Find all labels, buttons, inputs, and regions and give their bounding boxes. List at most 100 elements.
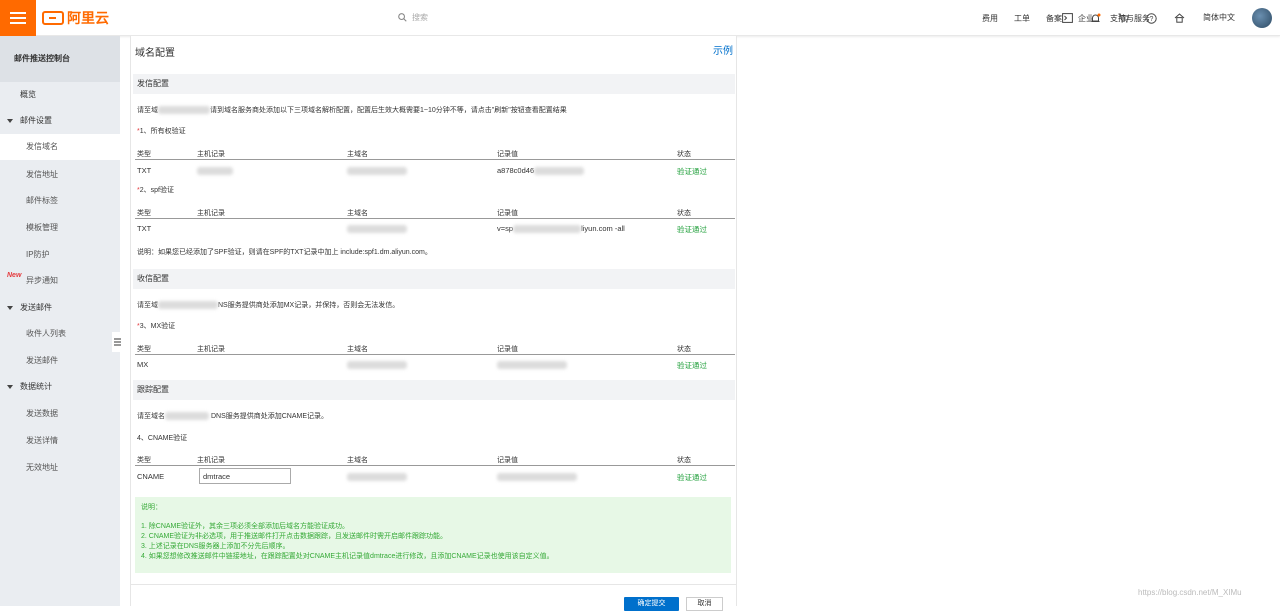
home-icon[interactable] xyxy=(1172,11,1186,25)
user-avatar[interactable] xyxy=(1252,8,1272,28)
redacted-value xyxy=(497,473,577,482)
redacted-value xyxy=(534,167,585,176)
sidebar-item-ip-protection[interactable]: IP防护 xyxy=(0,242,120,268)
receive-instruction: 请至域 NS服务提供商处添加MX记录，并保持，否则会无法发信。 xyxy=(137,300,399,310)
mx-label-text: 3、MX验证 xyxy=(139,323,176,330)
sidebar-item-templates[interactable]: 模板管理 xyxy=(0,215,120,241)
note-line: 1. 除CNAME验证外，其余三项必须全部添加后域名方能验证成功。 xyxy=(141,523,350,530)
table-row-mx: MX 验证通过 xyxy=(135,354,735,374)
new-badge: New xyxy=(7,272,22,279)
record-domain xyxy=(347,224,407,234)
chevron-down-icon xyxy=(7,385,13,389)
spf-verify-label: *2、spf验证 xyxy=(137,185,174,195)
record-host xyxy=(197,166,233,176)
instruction-suffix: 请到域名服务商处添加以下三项域名解析配置，配置后生效大概需要1~10分钟不等，请… xyxy=(210,107,567,114)
instruction-suffix: NS服务提供商处添加MX记录，并保持，否则会无法发信。 xyxy=(218,302,400,309)
sidebar-title: 邮件推送控制台 xyxy=(0,36,120,82)
col-domain: 主域名 xyxy=(347,151,368,158)
redacted-domain xyxy=(158,301,218,310)
note-line: 4. 如果您想修改推送邮件中链接地址，在跟踪配置处对CNAME主机记录值dmtr… xyxy=(141,553,554,560)
col-value: 记录值 xyxy=(497,346,518,353)
svg-text:?: ? xyxy=(1149,16,1153,23)
sidebar-group-label: 邮件设置 xyxy=(20,116,52,125)
example-link[interactable]: 示例 xyxy=(713,42,733,57)
sidebar-item-send-mail[interactable]: 发送邮件 xyxy=(0,348,120,374)
cname-host-input[interactable] xyxy=(199,468,291,484)
record-value: a878c0d46 xyxy=(497,166,585,176)
cname-verify-label: 4、CNAME验证 xyxy=(137,435,188,442)
sidebar-group-mail-settings[interactable]: 邮件设置 xyxy=(0,108,120,134)
record-domain xyxy=(347,360,407,370)
table-header: 类型 主机记录 主域名 记录值 状态 xyxy=(135,146,735,160)
watermark: https://blog.csdn.net/M_XIMu xyxy=(1138,588,1242,597)
language-switch[interactable]: 简体中文 xyxy=(1203,12,1235,23)
sidebar-item-send-details[interactable]: 发送详情 xyxy=(0,428,120,454)
record-type: CNAME xyxy=(137,472,165,481)
top-navbar: 阿里云 搜索 费用 工单 备案 企业 支持与服务 ? 简体中文 xyxy=(0,0,1280,36)
record-value-text: a878c0d46 xyxy=(497,166,535,175)
help-icon[interactable]: ? xyxy=(1144,11,1158,25)
table-row-ownership: TXT a878c0d46 验证通过 xyxy=(135,160,735,180)
sidebar-item-recipient-list[interactable]: 收件人列表 xyxy=(0,321,120,347)
record-value-suffix: liyun.com -all xyxy=(581,224,625,233)
mx-verify-label: *3、MX验证 xyxy=(137,321,175,331)
chevron-down-icon xyxy=(7,119,13,123)
section-track-config: 跟踪配置 xyxy=(133,380,735,400)
sidebar-collapse-handle[interactable] xyxy=(112,332,122,352)
sidebar-group-send-mail[interactable]: 发送邮件 xyxy=(0,295,120,321)
sidebar-group-label: 发送邮件 xyxy=(20,303,52,312)
redacted-value xyxy=(513,225,582,234)
col-status: 状态 xyxy=(677,210,691,217)
record-type: TXT xyxy=(137,166,152,175)
note-line: 3. 上述记录在DNS服务器上添加不分先后顺序。 xyxy=(141,543,290,550)
note-line: 2. CNAME验证为非必选项，用于推送邮件打开点击数据跟踪，且发送邮件时需开启… xyxy=(141,533,448,540)
col-status: 状态 xyxy=(677,457,691,464)
record-type: TXT xyxy=(137,224,152,233)
sidebar-item-sender-address[interactable]: 发信地址 xyxy=(0,162,120,188)
redacted-domain xyxy=(347,361,407,370)
col-domain: 主域名 xyxy=(347,210,368,217)
ownership-verify-label: *1、所有权验证 xyxy=(137,126,186,136)
global-search[interactable]: 搜索 xyxy=(398,12,428,23)
submit-button[interactable]: 确定提交 xyxy=(624,597,679,611)
sidebar-item-send-data[interactable]: 发送数据 xyxy=(0,401,120,427)
sidebar-item-sender-domain[interactable]: 发信域名 xyxy=(0,134,120,160)
sidebar-item-mail-tags[interactable]: 邮件标签 xyxy=(0,188,120,214)
record-domain xyxy=(347,472,407,482)
col-domain: 主域名 xyxy=(347,346,368,353)
domain-config-panel: 域名配置 示例 发信配置 请至域 请到域名服务商处添加以下三项域名解析配置，配置后… xyxy=(130,36,737,611)
cart-icon[interactable] xyxy=(1116,11,1130,25)
section-send-config: 发信配置 xyxy=(133,74,735,94)
record-value: v=sp liyun.com -all xyxy=(497,224,625,234)
status-verified: 验证通过 xyxy=(677,473,707,482)
instruction-prefix: 请至域 xyxy=(137,107,158,114)
search-placeholder: 搜索 xyxy=(412,13,428,22)
sidebar-group-statistics[interactable]: 数据统计 xyxy=(0,374,120,400)
redacted-value xyxy=(497,361,567,370)
send-instruction: 请至域 请到域名服务商处添加以下三项域名解析配置，配置后生效大概需要1~10分钟不… xyxy=(137,105,567,115)
col-value: 记录值 xyxy=(497,210,518,217)
col-domain: 主域名 xyxy=(347,457,368,464)
table-row-cname: CNAME 验证通过 xyxy=(135,466,735,486)
logo-text: 阿里云 xyxy=(67,10,109,26)
col-type: 类型 xyxy=(137,151,151,158)
nav-billing[interactable]: 费用 xyxy=(982,13,998,24)
redacted-domain xyxy=(347,473,407,482)
cancel-button[interactable]: 取消 xyxy=(686,597,723,611)
record-domain xyxy=(347,166,407,176)
notification-bell-icon[interactable] xyxy=(1088,11,1102,25)
sidebar-group-label: 数据统计 xyxy=(20,382,52,391)
status-verified: 验证通过 xyxy=(677,225,707,234)
hamburger-menu-button[interactable] xyxy=(0,0,36,36)
nav-tickets[interactable]: 工单 xyxy=(1014,13,1030,24)
aliyun-logo[interactable]: 阿里云 xyxy=(42,9,109,27)
spf-note: 说明：如果您已经添加了SPF验证，则请在SPF的TXT记录中加上 include… xyxy=(137,249,432,256)
sidebar-item-overview[interactable]: 概览 xyxy=(0,82,120,108)
table-header: 类型 主机记录 主域名 记录值 状态 xyxy=(135,205,735,219)
instruction-prefix: 请至域 xyxy=(137,302,158,309)
sidebar-item-invalid-addresses[interactable]: 无效地址 xyxy=(0,455,120,481)
col-host: 主机记录 xyxy=(197,457,225,464)
terminal-icon[interactable] xyxy=(1060,11,1074,25)
collapse-menu-icon xyxy=(112,332,122,352)
page-title: 域名配置 xyxy=(135,48,175,59)
